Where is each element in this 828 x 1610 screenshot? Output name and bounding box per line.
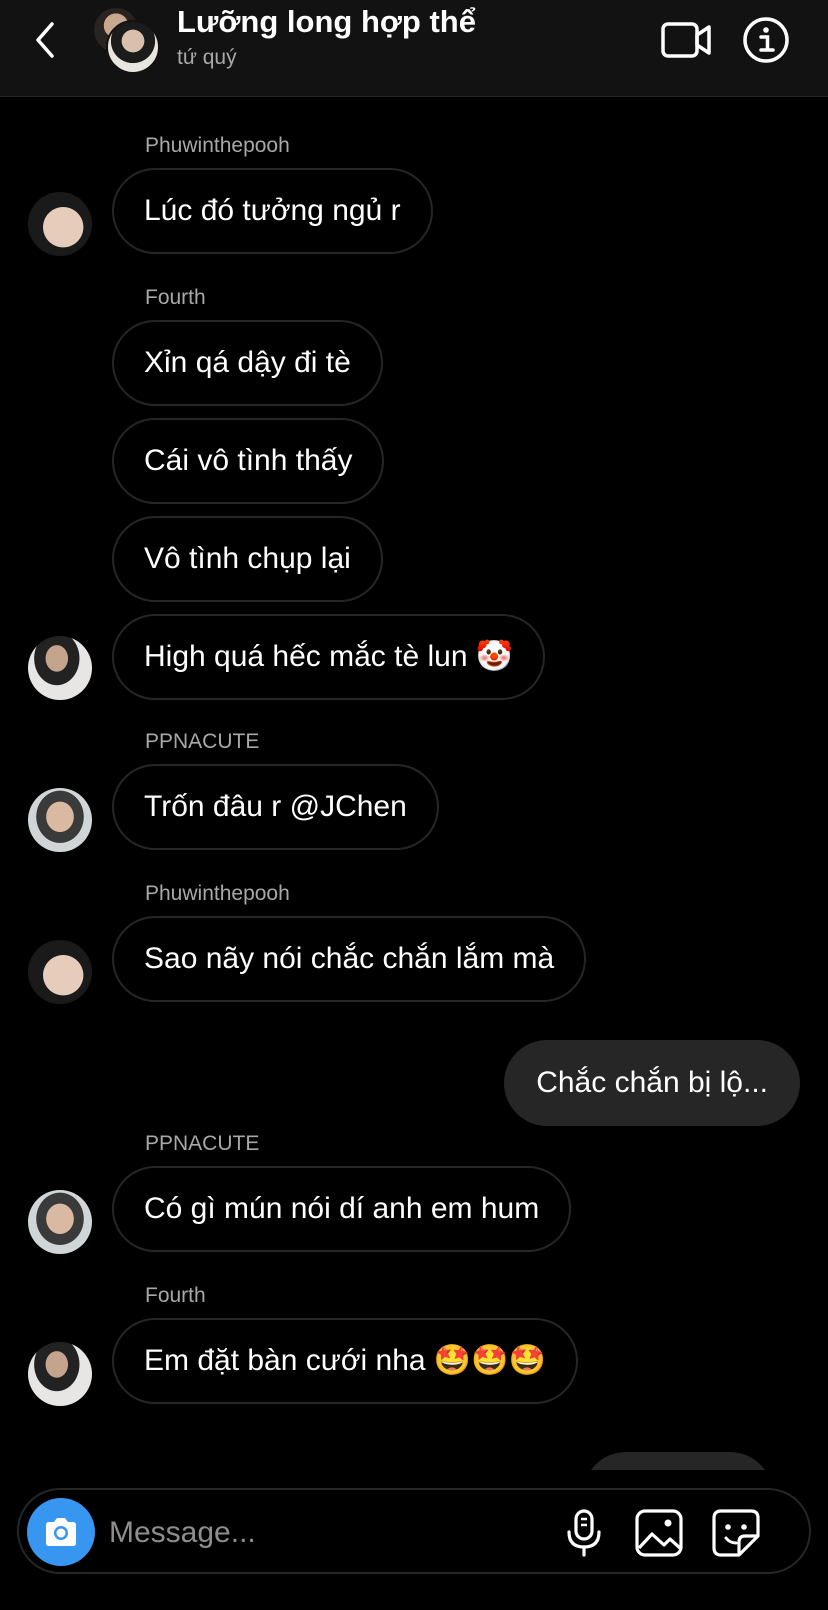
video-call-button[interactable] [660, 20, 712, 60]
chevron-left-icon [36, 22, 54, 58]
message-bubble[interactable]: High quá hếc mắc tè lun 🤡 [112, 614, 546, 700]
message-bubble[interactable]: Lúc đó tưởng ngủ r [112, 168, 433, 254]
outgoing-message-bubble-partial[interactable] [583, 1452, 773, 1470]
video-camera-icon [661, 22, 711, 58]
message-bubble[interactable]: Trốn đâu r @JChen [112, 764, 439, 850]
avatar[interactable] [28, 192, 92, 256]
message-bubble[interactable]: Có gì mún nói dí anh em hum [112, 1166, 572, 1252]
voice-message-button[interactable] [559, 1508, 609, 1558]
chat-header: Lưỡng long hợp thể tứ quý [0, 0, 828, 97]
chat-title[interactable]: Lưỡng long hợp thể [177, 4, 476, 40]
outgoing-message-bubble[interactable]: Chắc chắn bị lộ... [504, 1040, 800, 1126]
message-bubble[interactable]: Sao nãy nói chắc chắn lắm mà [112, 916, 587, 1002]
group-avatar-member-2 [106, 20, 160, 74]
camera-button[interactable] [27, 1498, 95, 1566]
message-composer [17, 1488, 811, 1574]
gallery-button[interactable] [634, 1508, 684, 1558]
sender-name: Phuwinthepooh [145, 134, 290, 157]
message-bubble[interactable]: Vô tình chụp lại [112, 516, 383, 602]
gallery-icon [635, 1509, 683, 1557]
group-avatar[interactable] [92, 6, 160, 74]
sender-name: PPNACUTE [145, 730, 260, 753]
avatar[interactable] [28, 1190, 92, 1254]
message-bubble[interactable]: Xỉn qá dậy đi tè [112, 320, 383, 406]
back-button[interactable] [30, 20, 64, 60]
camera-icon [46, 1518, 76, 1546]
avatar[interactable] [28, 940, 92, 1004]
sticker-button[interactable] [711, 1508, 761, 1558]
avatar[interactable] [28, 1342, 92, 1406]
sticker-icon [712, 1509, 760, 1557]
sender-name: Phuwinthepooh [145, 882, 290, 905]
avatar[interactable] [28, 788, 92, 852]
message-bubble[interactable]: Cái vô tình thấy [112, 418, 385, 504]
message-bubble[interactable]: Em đặt bàn cưới nha 🤩🤩🤩 [112, 1318, 578, 1404]
avatar[interactable] [28, 636, 92, 700]
message-thread[interactable]: Phuwinthepooh Lúc đó tưởng ngủ r Fourth … [0, 96, 828, 1470]
microphone-icon [567, 1509, 601, 1557]
chat-subtitle: tứ quý [177, 46, 237, 69]
info-icon [743, 17, 789, 63]
message-input[interactable] [107, 1510, 531, 1556]
sender-name: PPNACUTE [145, 1132, 260, 1155]
info-button[interactable] [742, 16, 790, 64]
sender-name: Fourth [145, 1284, 206, 1307]
sender-name: Fourth [145, 286, 206, 309]
